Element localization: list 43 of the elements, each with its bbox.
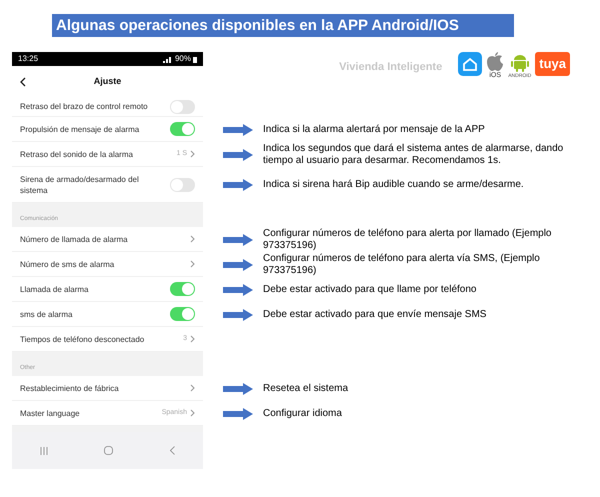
apple-logo-icon xyxy=(486,52,504,72)
toggle-switch[interactable] xyxy=(170,100,195,114)
arrow-icon xyxy=(223,258,253,270)
annotation-text: Debe estar activado para que llame por teléfono xyxy=(263,284,478,296)
house-app-icon xyxy=(458,52,482,76)
back-icon[interactable] xyxy=(20,76,26,86)
settings-row[interactable]: Retraso del brazo de control remoto xyxy=(12,97,203,117)
battery-icon xyxy=(193,56,197,62)
status-time: 13:25 xyxy=(18,53,38,65)
chevron-icon xyxy=(190,384,195,392)
annotation-text: Debe estar activado para que envíe mensaje SMS xyxy=(263,308,488,320)
annotation-text: Resetea el sistema xyxy=(263,382,350,394)
signal-icon xyxy=(162,56,173,62)
annotation-text: Configurar números de teléfono para alerta por llamado (Ejemplo 973375196) xyxy=(263,228,552,252)
toggle-switch[interactable] xyxy=(170,307,195,321)
recent-apps-icon[interactable] xyxy=(40,446,48,454)
toggle-switch[interactable] xyxy=(170,122,195,136)
annotation-text: Indica si sirena hará Bip audible cuando se arme/desarme. xyxy=(263,179,525,191)
brand-logo: tuya xyxy=(535,52,570,76)
screen-title: Ajuste xyxy=(92,74,122,88)
arrow-icon xyxy=(223,124,253,136)
battery-level: 90% xyxy=(174,53,191,65)
home-icon[interactable] xyxy=(104,446,114,455)
arrow-icon xyxy=(223,234,253,246)
toggle-switch[interactable] xyxy=(170,282,195,296)
annotation-text: Indica los segundos que dará el sistema antes de alarmarse, dando tiempo al usuario para desarmar. Recomendamos 1s. xyxy=(263,142,564,166)
arrow-icon xyxy=(223,148,253,160)
arrow-icon xyxy=(223,408,253,420)
chevron-icon xyxy=(190,150,195,158)
chevron-icon xyxy=(190,235,195,243)
toggle-switch[interactable] xyxy=(170,178,195,192)
android-robot-icon xyxy=(510,52,530,72)
chevron-icon xyxy=(190,335,195,343)
slide-title: Algunas operaciones disponibles en la APP Android/IOS xyxy=(52,14,514,37)
chevron-icon xyxy=(190,260,195,268)
arrow-icon xyxy=(223,284,253,296)
arrow-icon xyxy=(223,179,253,191)
chevron-icon xyxy=(190,409,195,417)
annotation-text: Configurar idioma xyxy=(263,408,343,420)
annotation-text: Indica si la alarma alertará por mensaje de la APP xyxy=(263,124,486,136)
arrow-icon xyxy=(223,382,253,394)
annotation-text: Configurar números de teléfono para alerta vía SMS, (Ejemplo 973375196) xyxy=(263,252,541,276)
arrow-icon xyxy=(223,308,253,320)
